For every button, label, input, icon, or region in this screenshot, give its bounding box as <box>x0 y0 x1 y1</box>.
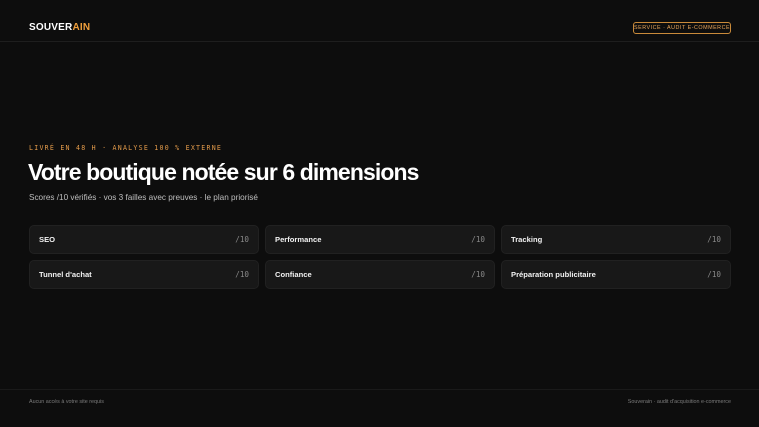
brand-logo[interactable]: SOUVERAIN <box>29 22 90 34</box>
footer: Aucun accès à votre site requis Souverai… <box>0 389 759 427</box>
dimension-card-confiance: Confiance /10 <box>265 260 495 289</box>
dimension-score: /10 <box>707 235 721 244</box>
logo-text-main: SOUVER <box>29 22 73 33</box>
dimension-score: /10 <box>471 270 485 279</box>
dimension-card-performance: Performance /10 <box>265 225 495 254</box>
footer-note: Aucun accès à votre site requis <box>29 399 104 405</box>
dimension-label: Tracking <box>511 235 543 244</box>
dimension-card-seo: SEO /10 <box>29 225 259 254</box>
dimension-score: /10 <box>235 235 249 244</box>
hero-eyebrow: LIVRÉ EN 48 H · ANALYSE 100 % EXTERNE <box>29 144 223 152</box>
dimension-score: /10 <box>235 270 249 279</box>
dimension-score: /10 <box>471 235 485 244</box>
dimension-score: /10 <box>707 270 721 279</box>
dimension-card-tunnel: Tunnel d'achat /10 <box>29 260 259 289</box>
page-title: Votre boutique notée sur 6 dimensions <box>28 159 419 185</box>
logo-text-accent: AIN <box>72 22 91 33</box>
top-bar: SOUVERAIN SERVICE · AUDIT E-COMMERCE <box>0 0 759 42</box>
dimension-card-publicite: Préparation publicitaire /10 <box>501 260 731 289</box>
dimension-label: Performance <box>275 235 322 244</box>
dimension-card-tracking: Tracking /10 <box>501 225 731 254</box>
dimension-label: Tunnel d'achat <box>39 270 92 279</box>
footer-credit: Souverain · audit d'acquisition e-commer… <box>627 399 731 405</box>
dimension-label: Confiance <box>275 270 312 279</box>
hero-subtitle: Scores /10 vérifiés · vos 3 failles avec… <box>29 193 258 202</box>
page: SOUVERAIN SERVICE · AUDIT E-COMMERCE LIV… <box>0 0 759 427</box>
dimension-label: SEO <box>39 235 56 244</box>
service-badge: SERVICE · AUDIT E-COMMERCE <box>633 22 731 34</box>
dimension-label: Préparation publicitaire <box>511 270 596 279</box>
